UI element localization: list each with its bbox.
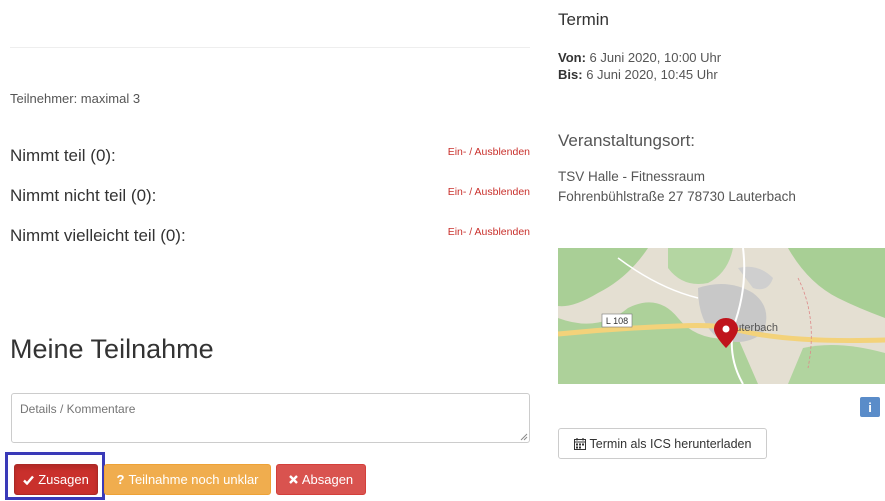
- event-to: Bis: 6 Juni 2020, 10:45 Uhr: [558, 67, 718, 82]
- status-row-maybe: Nimmt vielleicht teil (0): Ein- / Ausble…: [10, 226, 530, 250]
- divider: [10, 47, 530, 48]
- to-value: 6 Juni 2020, 10:45 Uhr: [586, 67, 718, 82]
- map-info-button[interactable]: i: [860, 397, 880, 417]
- toggle-not-attending-link[interactable]: Ein- / Ausblenden: [448, 186, 530, 198]
- decline-button[interactable]: Absagen: [276, 464, 366, 495]
- status-label-not-attending: Nimmt nicht teil (0):: [10, 186, 157, 205]
- from-label: Von:: [558, 50, 586, 65]
- accept-label: Zusagen: [38, 472, 89, 487]
- toggle-maybe-link[interactable]: Ein- / Ausblenden: [448, 226, 530, 238]
- status-row-attending: Nimmt teil (0): Ein- / Ausblenden: [10, 146, 530, 170]
- from-value: 6 Juni 2020, 10:00 Uhr: [589, 50, 722, 65]
- calendar-icon: [573, 437, 586, 450]
- status-row-not-attending: Nimmt nicht teil (0): Ein- / Ausblenden: [10, 186, 530, 210]
- unsure-label: Teilnahme noch unklar: [128, 472, 259, 487]
- participants-limit: Teilnehmer: maximal 3: [10, 91, 141, 106]
- decline-label: Absagen: [301, 472, 354, 487]
- event-from: Von: 6 Juni 2020, 10:00 Uhr: [558, 50, 721, 65]
- event-title: Termin: [558, 10, 610, 29]
- question-icon: ?: [116, 472, 125, 487]
- accept-button[interactable]: Zusagen: [14, 464, 98, 495]
- location-map[interactable]: L 108 Lauterbach: [558, 248, 885, 384]
- event-details-column: Termin Von: 6 Juni 2020, 10:00 Uhr Bis: …: [548, 0, 885, 501]
- status-label-attending: Nimmt teil (0):: [10, 146, 116, 165]
- comment-textarea[interactable]: [11, 393, 530, 443]
- participation-column: Teilnehmer: maximal 3 Nimmt teil (0): Ei…: [0, 0, 540, 501]
- check-icon: [23, 475, 35, 485]
- toggle-attending-link[interactable]: Ein- / Ausblenden: [448, 146, 530, 158]
- section-title: Meine Teilnahme: [10, 334, 214, 364]
- venue-address: Fohrenbühlstraße 27 78730 Lauterbach: [558, 189, 796, 204]
- venue-name: TSV Halle - Fitnessraum: [558, 169, 706, 184]
- unsure-button[interactable]: ? Teilnahme noch unklar: [104, 464, 271, 495]
- venue-title: Veranstaltungsort:: [558, 131, 696, 150]
- download-ics-button[interactable]: Termin als ICS herunterladen: [558, 428, 767, 459]
- map-road-label: L 108: [606, 316, 628, 326]
- download-ics-label: Termin als ICS herunterladen: [589, 436, 752, 451]
- status-label-maybe: Nimmt vielleicht teil (0):: [10, 226, 186, 245]
- to-label: Bis:: [558, 67, 583, 82]
- map-canvas: L 108 Lauterbach: [558, 248, 885, 384]
- times-icon: [288, 475, 298, 484]
- resize-grip-icon[interactable]: [520, 433, 528, 441]
